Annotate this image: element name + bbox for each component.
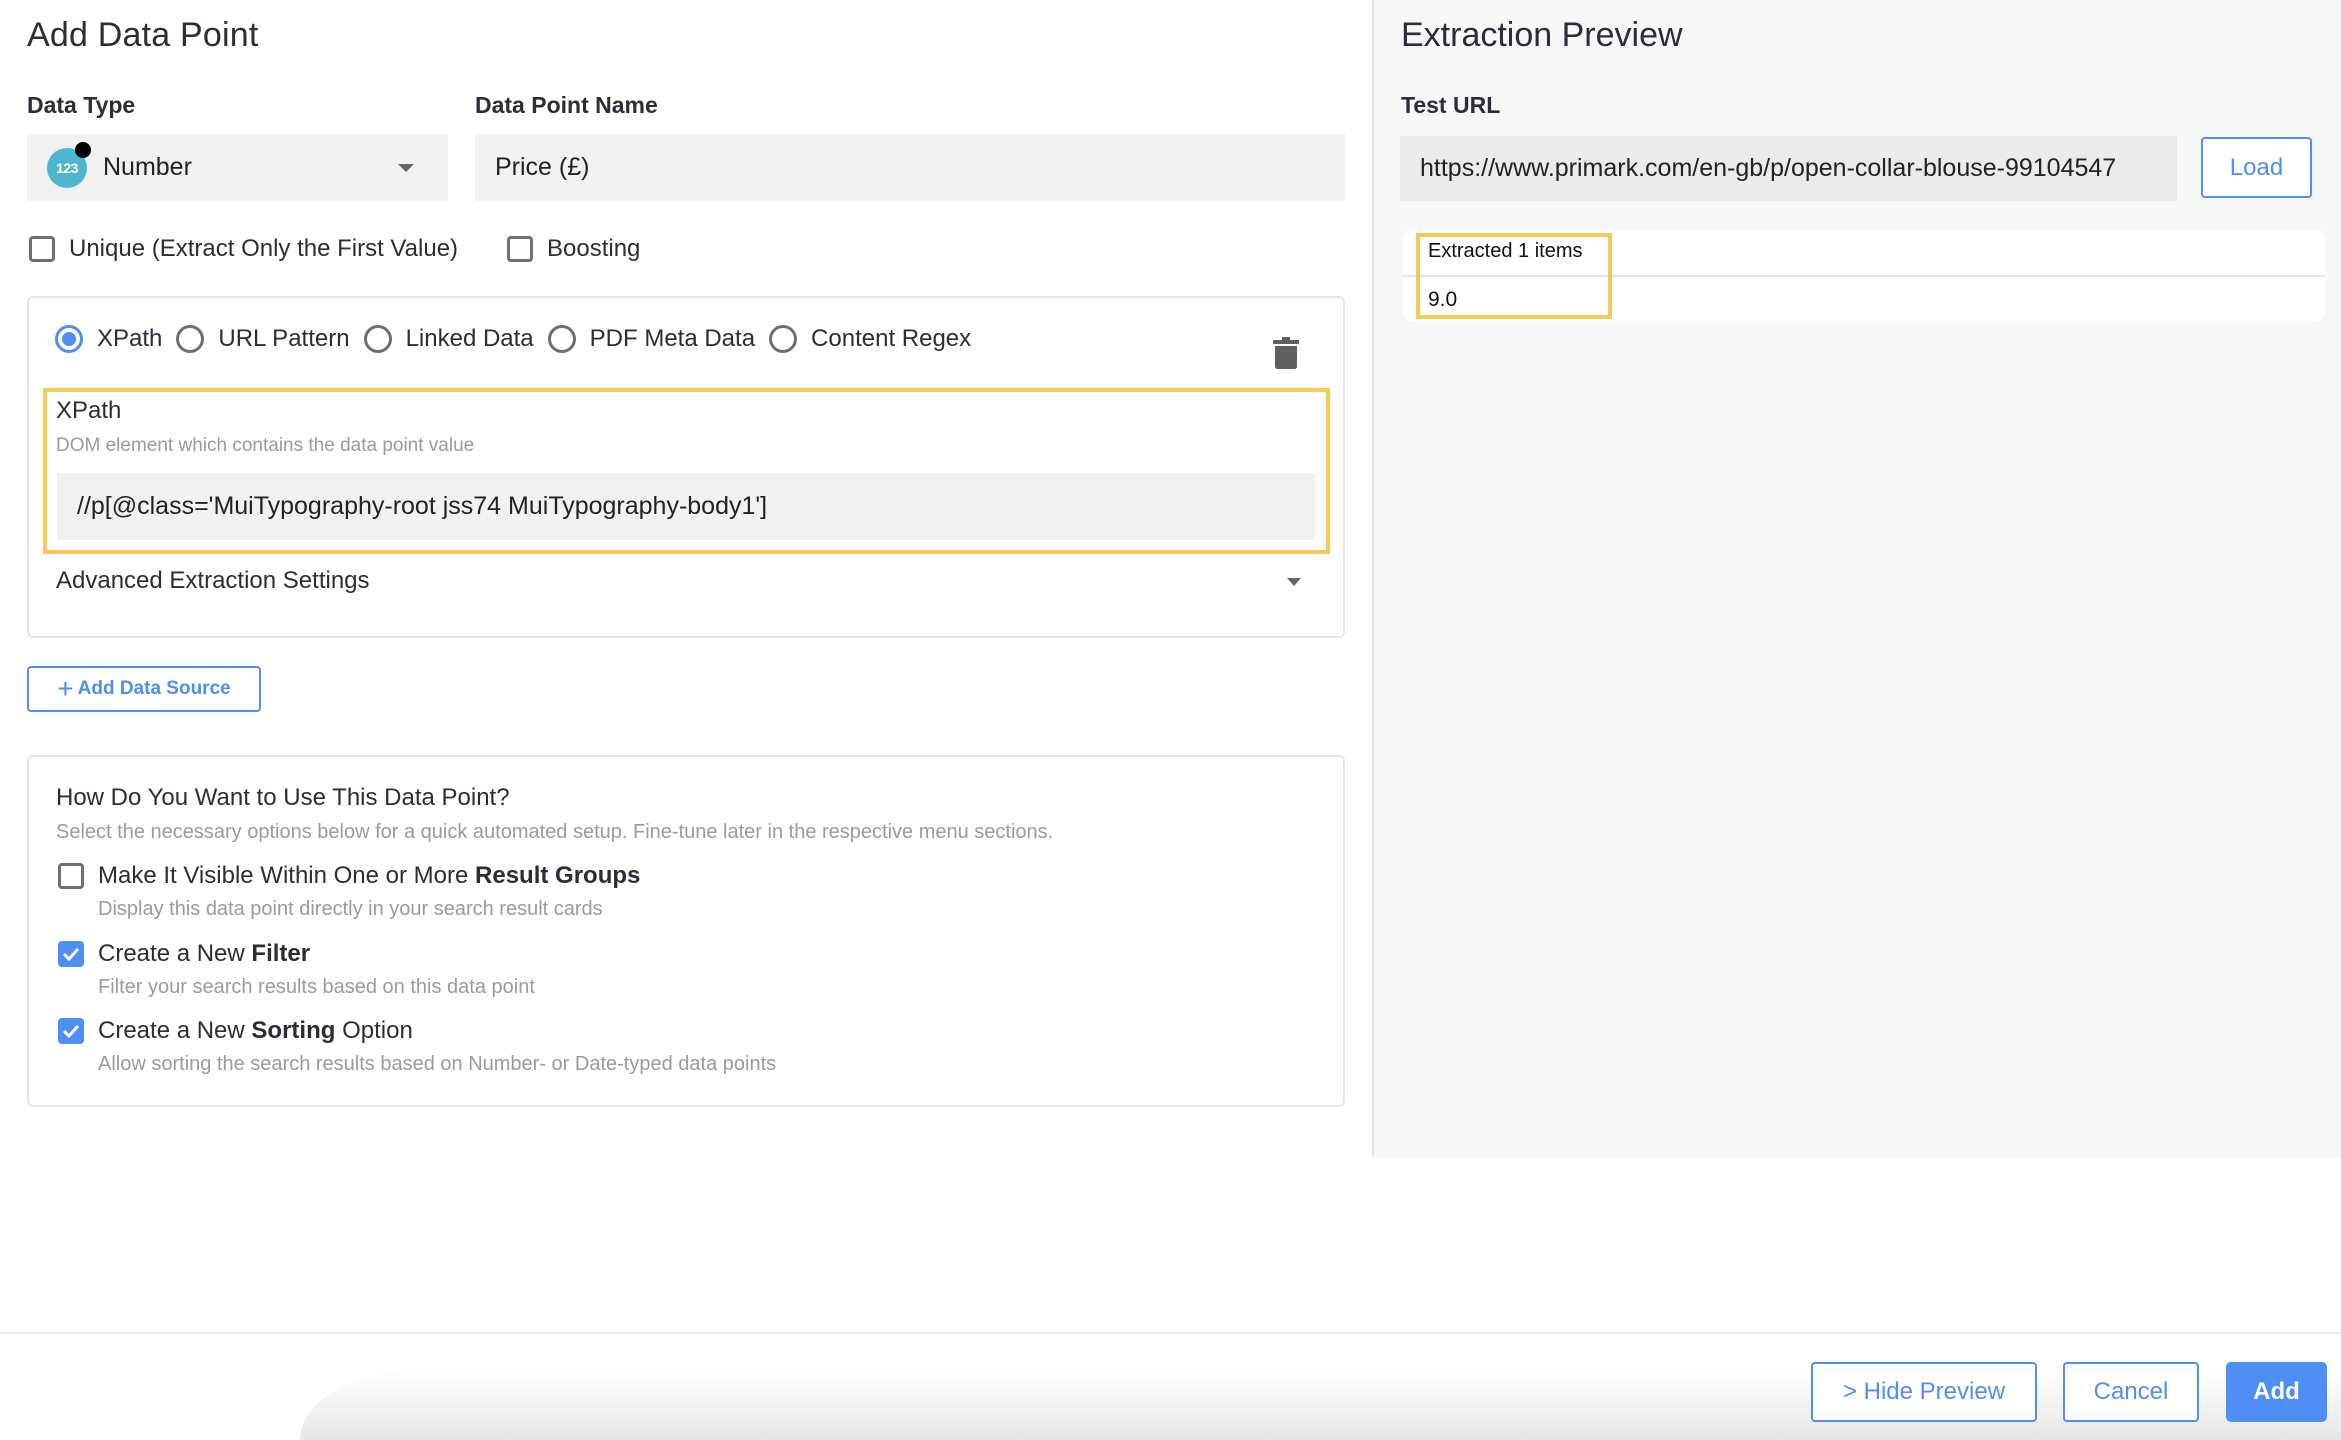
result-groups-option-row[interactable]: Make It Visible Within One or More Resul… xyxy=(58,862,640,890)
unique-option[interactable]: Unique (Extract Only the First Value) xyxy=(29,235,458,263)
page-title: Add Data Point xyxy=(27,16,259,54)
sorting-checkbox[interactable] xyxy=(58,1018,84,1044)
boosting-label: Boosting xyxy=(547,235,641,262)
radio-label: URL Pattern xyxy=(218,325,350,352)
trash-icon[interactable] xyxy=(1273,337,1299,369)
radio-content-regex[interactable]: Content Regex xyxy=(769,325,971,353)
add-data-source-label: Add Data Source xyxy=(77,678,231,699)
filter-option-row[interactable]: Create a New Filter xyxy=(58,940,535,968)
chevron-down-icon[interactable] xyxy=(1287,578,1301,586)
data-type-select[interactable]: 123 Number xyxy=(27,134,448,201)
unique-label: Unique (Extract Only the First Value) xyxy=(69,235,459,262)
advanced-extraction-settings-toggle[interactable]: Advanced Extraction Settings xyxy=(56,567,370,595)
number-123-icon: 123 xyxy=(47,141,91,188)
radio-pdf-meta-data[interactable]: PDF Meta Data xyxy=(547,325,756,353)
data-type-label: Data Type xyxy=(27,92,136,118)
radio-url-pattern[interactable]: URL Pattern xyxy=(176,325,350,353)
sorting-description: Allow sorting the search results based o… xyxy=(98,1053,777,1075)
radio-linked-data[interactable]: Linked Data xyxy=(363,325,534,353)
radio-label: PDF Meta Data xyxy=(589,325,756,352)
radio-label: XPath xyxy=(97,325,163,352)
radio-button[interactable] xyxy=(547,325,576,353)
boosting-checkbox[interactable] xyxy=(507,236,533,262)
data-type-value: Number xyxy=(103,153,192,181)
result-header: Extracted 1 items xyxy=(1428,240,1583,262)
sorting-label: Create a New Sorting Option xyxy=(98,1017,413,1044)
data-point-name-input[interactable] xyxy=(475,134,1345,201)
test-url-label: Test URL xyxy=(1401,92,1501,118)
radio-button[interactable] xyxy=(176,325,205,353)
chevron-down-icon xyxy=(398,163,414,172)
result-value: 9.0 xyxy=(1428,288,1458,311)
result-groups-label: Make It Visible Within One or More Resul… xyxy=(98,862,641,889)
usage-option-filter: Create a New Filter Filter your search r… xyxy=(58,940,535,999)
extraction-preview-title: Extraction Preview xyxy=(1401,16,1683,54)
xpath-label: XPath xyxy=(56,397,122,424)
radio-label: Linked Data xyxy=(405,325,534,352)
usage-option-sorting: Create a New Sorting Option Allow sortin… xyxy=(58,1017,776,1076)
hide-preview-button[interactable]: > Hide Preview xyxy=(1811,1362,2037,1422)
load-button[interactable]: Load xyxy=(2201,137,2312,198)
xpath-input[interactable] xyxy=(57,473,1315,540)
filter-description: Filter your search results based on this… xyxy=(98,976,535,998)
radio-button[interactable] xyxy=(55,325,83,353)
add-data-source-button[interactable]: + Add Data Source xyxy=(27,666,261,712)
cancel-button[interactable]: Cancel xyxy=(2063,1362,2199,1422)
plus-icon: + xyxy=(57,673,74,704)
filter-label: Create a New Filter xyxy=(98,940,311,967)
data-point-name-label: Data Point Name xyxy=(475,92,658,118)
badge-dot xyxy=(75,141,91,158)
sorting-option-row[interactable]: Create a New Sorting Option xyxy=(58,1017,776,1045)
result-groups-checkbox[interactable] xyxy=(58,863,84,889)
result-groups-description: Display this data point directly in your… xyxy=(98,898,603,920)
test-url-input[interactable] xyxy=(1400,136,2177,201)
radio-button[interactable] xyxy=(769,325,798,353)
add-button[interactable]: Add xyxy=(2226,1362,2327,1422)
usage-subtitle: Select the necessary options below for a… xyxy=(56,821,1054,843)
xpath-help-text: DOM element which contains the data poin… xyxy=(56,435,475,456)
unique-checkbox[interactable] xyxy=(29,236,55,262)
number-icon-text: 123 xyxy=(56,159,78,176)
boosting-option[interactable]: Boosting xyxy=(507,235,640,263)
radio-label: Content Regex xyxy=(811,325,972,352)
footer-divider xyxy=(0,1332,2341,1334)
radio-xpath[interactable]: XPath xyxy=(55,325,162,353)
radio-button[interactable] xyxy=(363,325,392,353)
usage-title: How Do You Want to Use This Data Point? xyxy=(56,784,510,811)
usage-option-result-groups: Make It Visible Within One or More Resul… xyxy=(58,862,640,921)
source-type-radio-group: XPath URL Pattern Linked Data PDF Meta D… xyxy=(55,325,985,353)
filter-checkbox[interactable] xyxy=(58,941,84,967)
